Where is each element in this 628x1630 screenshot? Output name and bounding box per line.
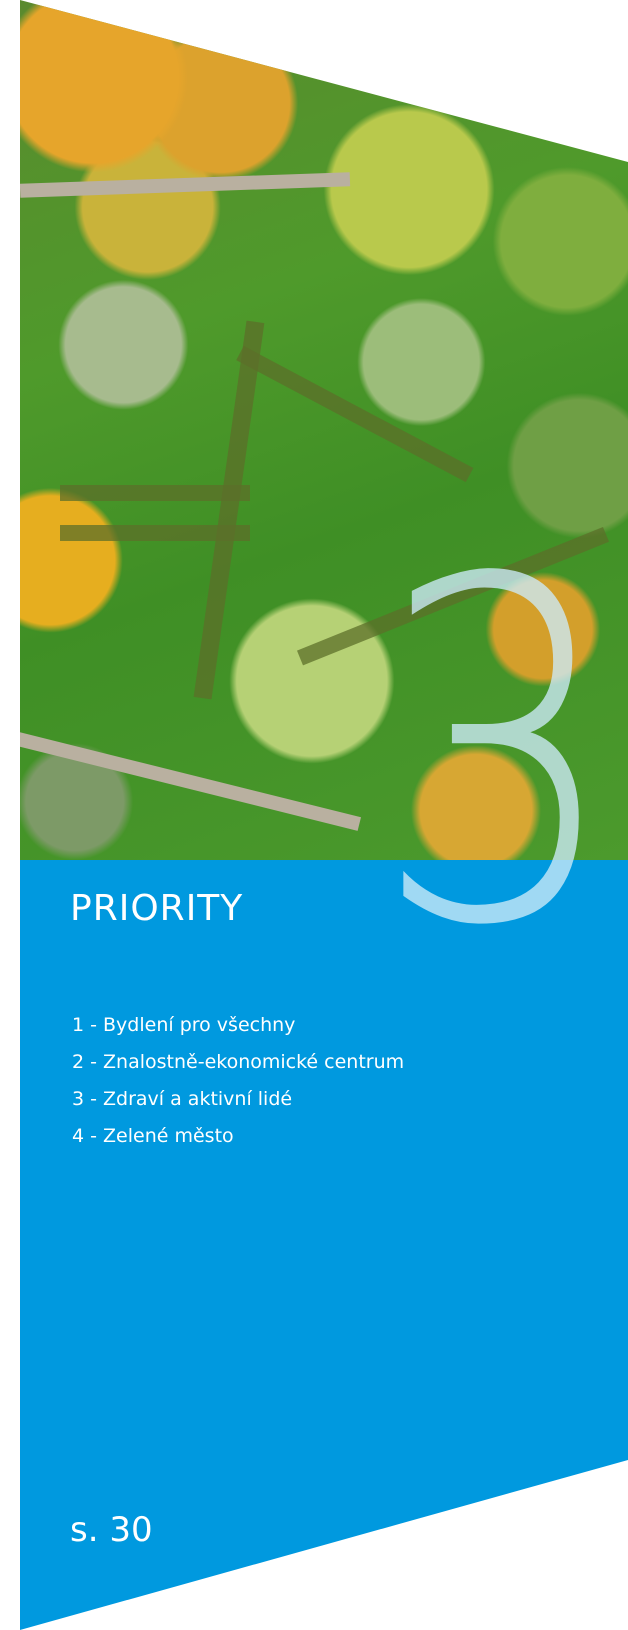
page-reference: s. 30 bbox=[70, 1510, 153, 1550]
list-item: 4 - Zelené město bbox=[72, 1125, 234, 1147]
section-panel: 3 PRIORITY 1 - Bydlení pro všechny 2 - Z… bbox=[0, 0, 628, 1630]
section-number: 3 bbox=[374, 481, 620, 1028]
section-title: PRIORITY bbox=[70, 888, 244, 929]
list-item: 3 - Zdraví a aktivní lidé bbox=[72, 1088, 293, 1110]
list-item: 2 - Znalostně-ekonomické centrum bbox=[72, 1051, 405, 1073]
list-item: 1 - Bydlení pro všechny bbox=[72, 1014, 296, 1036]
priority-list: 1 - Bydlení pro všechny 2 - Znalostně-ek… bbox=[72, 1007, 404, 1155]
